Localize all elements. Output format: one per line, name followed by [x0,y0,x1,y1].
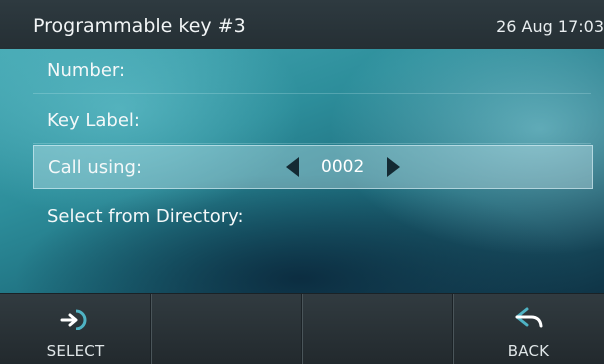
call-using-spinner[interactable]: 0002 [286,155,446,179]
softkey-label: BACK [507,342,550,360]
back-arrow-icon [515,307,542,328]
softkey-select[interactable]: SELECT [0,294,152,364]
menu-item-select-from-directory[interactable]: Select from Directory: [33,195,591,239]
title-bar: Programmable key #3 26 Aug 17:03 [0,0,604,50]
triangle-left-icon[interactable] [286,157,299,177]
menu-item-label: Call using: [48,157,143,178]
call-using-value: 0002 [321,157,365,177]
menu-item-label: Number: [47,60,126,81]
softkey-empty-3[interactable] [302,294,454,364]
menu-item-label: Key Label: [47,110,140,131]
softkey-empty-2[interactable] [151,294,303,364]
menu-item-key-label[interactable]: Key Label: [33,99,591,144]
menu-item-number[interactable]: Number: [33,49,591,94]
page-title: Programmable key #3 [33,15,246,37]
softkey-label: SELECT [46,342,105,360]
menu-list: Number: Key Label: Call using: 0002 Sele… [0,49,604,293]
phone-screen: Programmable key #3 26 Aug 17:03 Number:… [0,0,604,364]
select-arrow-icon [60,309,86,330]
softkey-bar: SELECT BACK [0,293,604,364]
triangle-right-icon[interactable] [387,157,400,177]
menu-item-call-using[interactable]: Call using: 0002 [33,145,593,189]
date-time: 26 Aug 17:03 [496,17,604,36]
softkey-back[interactable]: BACK [453,294,604,364]
menu-item-label: Select from Directory: [47,206,244,227]
